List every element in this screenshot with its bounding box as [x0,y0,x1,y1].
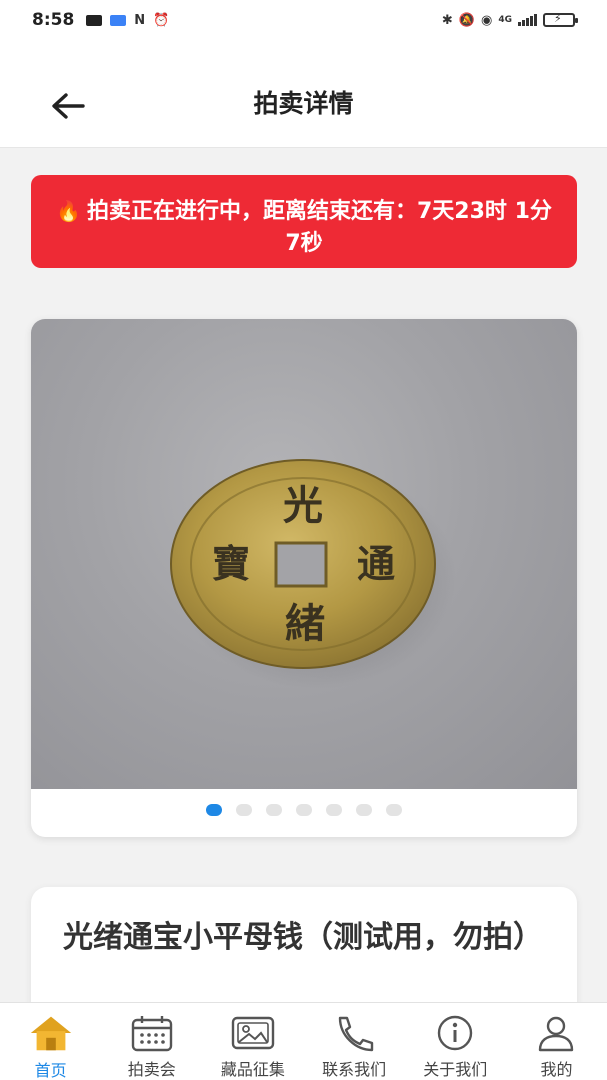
carousel-dot[interactable] [356,804,372,816]
nav-item-profile[interactable]: 我的 [506,1003,607,1080]
nav-label: 拍卖会 [127,1060,176,1079]
bottom-nav: 首页 拍卖会 藏品征集 联系我们 关于我们 我的 [0,1002,607,1080]
nav-label: 联系我们 [322,1060,387,1079]
notification-icon [86,14,103,26]
mute-icon: 🔕 [458,12,475,28]
info-icon [431,1013,479,1052]
nav-label: 首页 [34,1061,67,1080]
nav-item-about[interactable]: 关于我们 [405,1003,506,1080]
carousel-dot[interactable] [296,804,312,816]
network-type: 4G [498,15,512,25]
svg-text:光: 光 [283,482,323,529]
nfc-icon: N [134,12,146,28]
status-bar: 8:58 N ⏰ ✱ 🔕 ◉ 4G ⚡ [0,0,607,40]
hotspot-icon: ◉ [481,12,493,28]
fire-icon: 🔥 [56,199,81,223]
nav-item-auctions[interactable]: 拍卖会 [101,1003,202,1080]
alarm-icon: ⏰ [153,12,170,28]
carousel-dot[interactable] [206,804,222,816]
svg-text:緒: 緒 [285,600,325,647]
carousel-dots [31,804,577,816]
image-carousel[interactable]: 光 緒 通 寶 [31,319,577,837]
image-icon [229,1013,277,1052]
carousel-dot[interactable] [266,804,282,816]
svg-text:寶: 寶 [212,541,250,586]
signal-icon [518,14,537,26]
page-title: 拍卖详情 [253,89,354,118]
nav-item-home[interactable]: 首页 [0,1003,101,1080]
nav-label: 藏品征集 [220,1060,285,1079]
item-title: 光绪通宝小平母钱（测试用，勿拍） [63,920,543,955]
nav-item-collection[interactable]: 藏品征集 [202,1003,303,1080]
countdown-banner: 🔥 拍卖正在进行中，距离结束还有：7天23时 1分 7秒 [31,175,577,268]
app-notification-icon [110,14,127,26]
battery-icon: ⚡ [543,12,578,27]
phone-icon [330,1013,378,1052]
calendar-icon [128,1013,176,1052]
carousel-dot[interactable] [326,804,342,816]
nav-label: 我的 [540,1060,573,1079]
coin-photo[interactable]: 光 緒 通 寶 [31,319,577,789]
home-icon [27,1013,75,1053]
header: 拍卖详情 [0,40,607,148]
coin-image: 光 緒 通 寶 [170,459,456,689]
user-icon [532,1013,580,1052]
countdown-text: 拍卖正在进行中，距离结束还有：7天23时 1分 7秒 [87,199,552,256]
svg-text:通: 通 [357,541,395,586]
status-time: 8:58 [32,10,75,30]
nav-item-contact[interactable]: 联系我们 [304,1003,405,1080]
carousel-dot[interactable] [386,804,402,816]
status-right: ✱ 🔕 ◉ 4G ⚡ [441,12,578,28]
bluetooth-icon: ✱ [441,12,453,28]
carousel-dot[interactable] [236,804,252,816]
status-left: 8:58 N ⏰ [32,10,169,30]
nav-label: 关于我们 [423,1060,488,1079]
